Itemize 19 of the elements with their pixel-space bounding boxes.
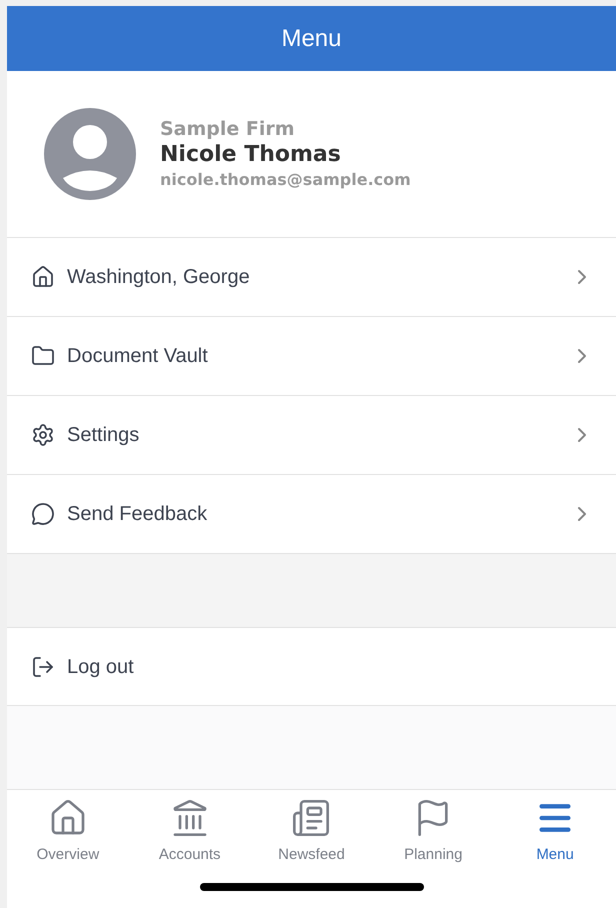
menu-item[interactable]: Settings xyxy=(7,396,616,475)
menu-item[interactable]: Washington, George xyxy=(7,238,616,317)
newspaper-icon xyxy=(291,798,332,838)
folder-icon xyxy=(31,344,55,368)
tab[interactable]: Newsfeed xyxy=(250,798,372,866)
house-icon xyxy=(31,265,55,289)
speech-bubble-icon xyxy=(31,502,55,526)
tab[interactable]: Menu xyxy=(494,798,616,866)
user-name: Nicole Thomas xyxy=(160,141,342,169)
tab[interactable]: Overview xyxy=(7,798,129,866)
user-email: nicole.thomas@sample.com xyxy=(160,169,411,191)
logout-icon xyxy=(31,654,55,678)
firm-name: Sample Firm xyxy=(160,117,296,141)
avatar-icon xyxy=(44,108,136,200)
tab[interactable]: Accounts xyxy=(128,798,251,866)
menu-item[interactable]: Document Vault xyxy=(7,317,616,396)
settings-icon xyxy=(31,423,55,447)
tab[interactable]: Planning xyxy=(372,798,494,866)
header-title: Menu xyxy=(281,24,342,54)
